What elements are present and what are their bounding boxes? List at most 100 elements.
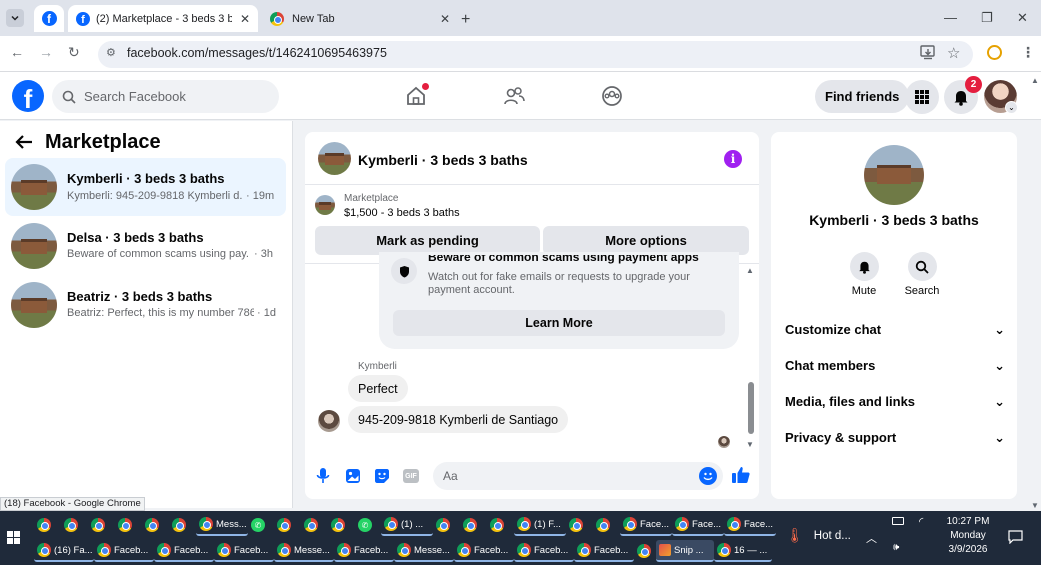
listing-price[interactable]: $1,500 - 3 beds 3 baths bbox=[344, 207, 460, 219]
browser-menu-icon[interactable]: ⋮ bbox=[1021, 44, 1035, 61]
scroll-down-icon[interactable]: ▼ bbox=[746, 440, 754, 449]
taskbar-window[interactable]: 16 — ... bbox=[714, 540, 772, 562]
taskbar-chrome[interactable] bbox=[115, 514, 142, 536]
taskbar-window[interactable]: Faceb... bbox=[214, 540, 274, 562]
home-nav[interactable] bbox=[405, 83, 429, 107]
taskbar-chrome[interactable] bbox=[88, 514, 115, 536]
battery-icon[interactable] bbox=[892, 517, 904, 525]
info-icon[interactable]: i bbox=[724, 150, 742, 168]
chevron-down-icon[interactable]: ⌄ bbox=[1005, 101, 1018, 114]
taskbar-chrome[interactable] bbox=[634, 540, 656, 562]
friends-nav[interactable] bbox=[503, 85, 525, 107]
taskbar-chrome[interactable] bbox=[487, 514, 514, 536]
conversation-item[interactable]: Kymberli · 3 beds 3 baths Kymberli: 945-… bbox=[5, 158, 286, 216]
mute-button[interactable]: Mute bbox=[834, 252, 894, 297]
close-tab-icon[interactable]: ✕ bbox=[240, 12, 250, 26]
forward-icon[interactable]: → bbox=[39, 44, 53, 60]
facebook-logo[interactable]: f bbox=[12, 80, 44, 112]
taskbar-chrome[interactable] bbox=[142, 514, 169, 536]
url-text[interactable]: facebook.com/messages/t/1462410695463975 bbox=[127, 46, 387, 60]
notification-center-icon[interactable] bbox=[1008, 530, 1023, 544]
weather-widget[interactable]: 🌡 Hot d... bbox=[786, 527, 851, 544]
taskbar-whatsapp[interactable]: ✆ bbox=[355, 514, 381, 536]
site-info-icon[interactable]: ⚙ bbox=[106, 46, 116, 59]
taskbar-chrome[interactable] bbox=[301, 514, 328, 536]
taskbar-chrome[interactable] bbox=[328, 514, 355, 536]
customize-chat-section[interactable]: Customize chat ⌄ bbox=[785, 322, 1005, 338]
search-chat-button[interactable]: Search bbox=[892, 252, 952, 297]
taskbar-window[interactable]: (16) Fa... bbox=[34, 540, 94, 562]
microphone-icon[interactable] bbox=[316, 467, 330, 485]
taskbar-chrome[interactable] bbox=[274, 514, 301, 536]
chevron-up-icon[interactable]: ︿ bbox=[866, 530, 877, 546]
taskbar-chrome[interactable] bbox=[433, 514, 460, 536]
taskbar-window[interactable]: (1) ... bbox=[381, 514, 433, 536]
page-scroll-down-icon[interactable]: ▼ bbox=[1031, 501, 1039, 510]
clock[interactable]: 10:27 PM Monday 3/9/2026 bbox=[940, 515, 996, 557]
thumbs-up-icon[interactable] bbox=[731, 465, 751, 485]
taskbar-window[interactable]: Faceb... bbox=[514, 540, 574, 562]
learn-more-button[interactable]: Learn More bbox=[393, 310, 725, 336]
mark-as-pending-button[interactable]: Mark as pending bbox=[315, 226, 540, 255]
taskbar-window[interactable]: Messe... bbox=[394, 540, 454, 562]
taskbar-chrome[interactable] bbox=[566, 514, 593, 536]
close-tab-icon[interactable]: ✕ bbox=[440, 12, 450, 26]
tab-search-button[interactable] bbox=[6, 9, 24, 27]
taskbar-chrome[interactable] bbox=[61, 514, 88, 536]
taskbar-window[interactable]: Faceb... bbox=[334, 540, 394, 562]
taskbar-window[interactable]: (1) F... bbox=[514, 514, 566, 536]
minimize-icon[interactable]: — bbox=[944, 10, 957, 25]
volume-icon[interactable]: 🕪 bbox=[893, 542, 899, 553]
message-bubble[interactable]: 945-209-9818 Kymberli de Santiago bbox=[348, 406, 569, 433]
taskbar-window[interactable]: Faceb... bbox=[94, 540, 154, 562]
chat-title[interactable]: Kymberli · 3 beds 3 baths bbox=[358, 152, 528, 168]
taskbar-window[interactable]: Faceb... bbox=[574, 540, 634, 562]
scroll-thumb[interactable] bbox=[748, 382, 754, 434]
taskbar-chrome[interactable] bbox=[169, 514, 196, 536]
restore-icon[interactable]: ❐ bbox=[981, 10, 993, 26]
taskbar-window[interactable]: Face... bbox=[672, 514, 724, 536]
taskbar-window[interactable]: Face... bbox=[724, 514, 776, 536]
reload-icon[interactable]: ↻ bbox=[68, 44, 80, 61]
conversation-item[interactable]: Delsa · 3 beds 3 baths Beware of common … bbox=[5, 217, 286, 275]
scroll-up-icon[interactable]: ▲ bbox=[746, 266, 754, 275]
profile-icon[interactable] bbox=[987, 45, 1002, 60]
more-options-button[interactable]: More options bbox=[543, 226, 749, 255]
sticker-icon[interactable] bbox=[374, 468, 390, 484]
taskbar-window[interactable]: Face... bbox=[620, 514, 672, 536]
sender-avatar[interactable] bbox=[318, 410, 340, 432]
close-window-icon[interactable]: ✕ bbox=[1017, 10, 1028, 26]
install-app-icon[interactable] bbox=[920, 45, 936, 60]
taskbar-chrome[interactable] bbox=[593, 514, 620, 536]
photo-icon[interactable] bbox=[345, 468, 361, 484]
chat-avatar[interactable] bbox=[318, 142, 351, 175]
facebook-search[interactable]: Search Facebook bbox=[52, 80, 279, 113]
bookmark-star-icon[interactable]: ☆ bbox=[947, 44, 960, 62]
message-bubble[interactable]: Perfect bbox=[348, 375, 408, 402]
chat-scrollbar[interactable]: ▲ ▼ bbox=[746, 266, 756, 451]
taskbar-window[interactable]: Snip ... bbox=[656, 540, 714, 562]
taskbar-window[interactable]: Faceb... bbox=[154, 540, 214, 562]
taskbar-window[interactable]: Faceb... bbox=[454, 540, 514, 562]
taskbar-window[interactable]: Mess... bbox=[196, 514, 248, 536]
emoji-icon[interactable] bbox=[699, 467, 717, 485]
back-icon[interactable]: ← bbox=[10, 44, 24, 60]
taskbar-chrome[interactable] bbox=[34, 514, 61, 536]
find-friends-button[interactable]: Find friends bbox=[815, 80, 910, 113]
message-input[interactable]: Aa bbox=[433, 462, 723, 490]
chat-members-section[interactable]: Chat members ⌄ bbox=[785, 358, 1005, 374]
back-arrow-icon[interactable] bbox=[14, 133, 34, 151]
menu-button[interactable] bbox=[905, 80, 939, 114]
conversation-item[interactable]: Beatriz · 3 beds 3 baths Beatriz: Perfec… bbox=[5, 276, 286, 334]
groups-nav[interactable] bbox=[601, 85, 623, 107]
listing-photo[interactable] bbox=[864, 145, 924, 205]
page-scroll-up-icon[interactable]: ▲ bbox=[1031, 76, 1039, 85]
new-tab-plus-icon[interactable]: + bbox=[461, 11, 470, 29]
wifi-icon[interactable]: ◜ bbox=[919, 515, 923, 528]
tab-new-tab[interactable]: New Tab ✕ bbox=[270, 5, 455, 32]
pinned-facebook-tab[interactable]: f bbox=[34, 5, 64, 32]
taskbar-window[interactable]: Messe... bbox=[274, 540, 334, 562]
taskbar-whatsapp[interactable]: ✆ bbox=[248, 514, 274, 536]
taskbar-chrome[interactable] bbox=[460, 514, 487, 536]
media-files-section[interactable]: Media, files and links ⌄ bbox=[785, 394, 1005, 410]
